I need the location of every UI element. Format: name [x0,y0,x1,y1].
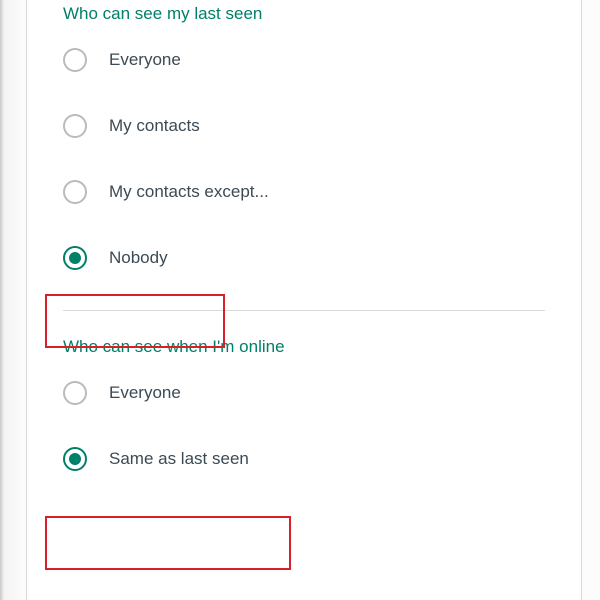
option-same-as-last-seen[interactable]: Same as last seen [63,441,581,477]
section-title-last-seen: Who can see my last seen [27,0,581,24]
option-label: Same as last seen [109,449,249,469]
radio-icon [63,381,87,405]
option-my-contacts[interactable]: My contacts [63,108,581,144]
option-my-contacts-except[interactable]: My contacts except... [63,174,581,210]
radio-icon [63,246,87,270]
option-nobody[interactable]: Nobody [63,240,581,276]
radio-icon [63,48,87,72]
option-label: Everyone [109,50,181,70]
option-online-everyone[interactable]: Everyone [63,375,581,411]
option-everyone[interactable]: Everyone [63,42,581,78]
online-options: Everyone Same as last seen [27,357,581,511]
radio-icon [63,447,87,471]
privacy-settings-panel: Who can see my last seen Everyone My con… [26,0,582,600]
option-label: My contacts [109,116,200,136]
highlight-box [45,516,291,570]
radio-icon [63,114,87,138]
option-label: Everyone [109,383,181,403]
last-seen-options: Everyone My contacts My contacts except.… [27,24,581,310]
radio-icon [63,180,87,204]
section-divider [63,310,545,311]
section-title-online: Who can see when I'm online [27,333,581,357]
option-label: Nobody [109,248,168,268]
option-label: My contacts except... [109,182,269,202]
